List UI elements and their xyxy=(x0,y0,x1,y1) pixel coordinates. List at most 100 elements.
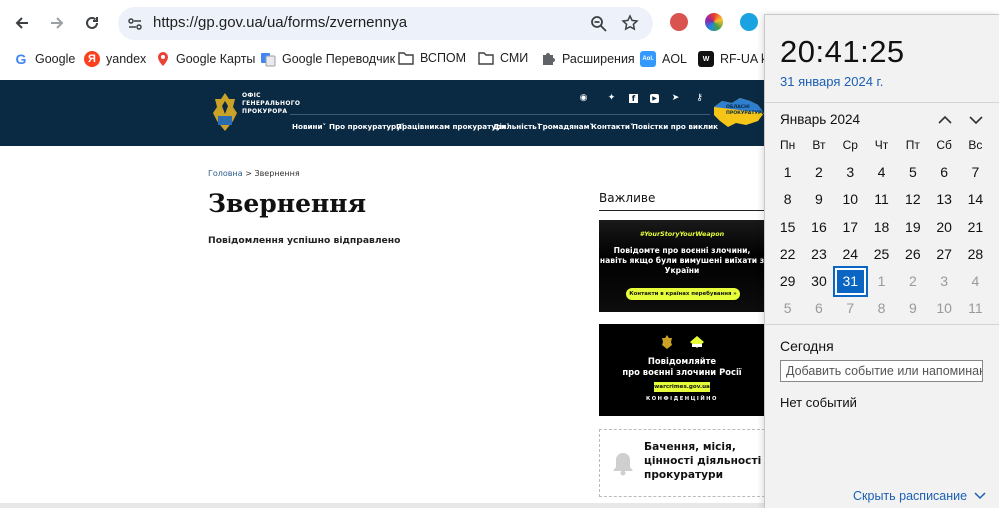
calendar-day-next-month[interactable]: 4 xyxy=(960,268,991,295)
calendar-day[interactable]: 3 xyxy=(835,159,866,186)
banner-warcrimes-gov[interactable]: Повідомляйте про воєнні злочини Росії wa… xyxy=(599,324,765,416)
extension-icon-3[interactable] xyxy=(740,13,758,31)
calendar-day-next-month[interactable]: 3 xyxy=(928,268,959,295)
calendar-day[interactable]: 5 xyxy=(897,159,928,186)
regional-prosecutors-map[interactable]: ОБЛАСНІ ПРОКУРАТУРИ xyxy=(712,93,766,133)
calendar-day-next-month[interactable]: 2 xyxy=(897,268,928,295)
calendar-day[interactable]: 2 xyxy=(803,159,834,186)
calendar-day[interactable]: 20 xyxy=(928,214,959,241)
calendar-day[interactable]: 26 xyxy=(897,241,928,268)
calendar-day[interactable]: 24 xyxy=(835,241,866,268)
calendar-day[interactable]: 1 xyxy=(772,159,803,186)
reload-button[interactable] xyxy=(78,9,106,37)
twitter-icon[interactable]: ✦ xyxy=(607,94,616,103)
nav-item-citizens[interactable]: Громадянам˅ xyxy=(538,122,593,131)
folder-icon xyxy=(478,52,494,65)
calendar-day[interactable]: 29 xyxy=(772,268,803,295)
bookmark-extensions[interactable]: Расширения xyxy=(541,51,635,66)
maps-pin-icon xyxy=(158,52,168,66)
weekday-label: Сб xyxy=(936,138,952,152)
youtube-icon[interactable]: ▶ xyxy=(650,94,659,103)
calendar-day-next-month[interactable]: 1 xyxy=(866,268,897,295)
bookmark-folder-smi[interactable]: СМИ xyxy=(478,51,528,65)
calendar-day-today[interactable]: 31 xyxy=(832,266,868,298)
calendar-day[interactable]: 9 xyxy=(803,186,834,213)
telegram-icon[interactable]: ➤ xyxy=(671,94,680,103)
facebook-icon[interactable]: f xyxy=(629,94,638,103)
address-bar[interactable]: https://gp.gov.ua/ua/forms/zvernennya xyxy=(118,7,653,40)
calendar-day[interactable]: 7 xyxy=(960,159,991,186)
breadcrumb-home-link[interactable]: Головна xyxy=(208,169,243,178)
no-events-label: Нет событий xyxy=(780,395,857,410)
calendar-day[interactable]: 27 xyxy=(928,241,959,268)
bell-icon xyxy=(613,453,633,476)
calendar-day-next-month[interactable]: 6 xyxy=(803,295,834,322)
calendar-day-next-month[interactable]: 11 xyxy=(960,295,991,322)
full-date-link[interactable]: 31 января 2024 г. xyxy=(780,74,883,89)
bookmark-google-maps[interactable]: Google Карты xyxy=(156,51,255,67)
url-text[interactable]: https://gp.gov.ua/ua/forms/zvernennya xyxy=(153,14,407,31)
bookmark-yandex[interactable]: Я yandex xyxy=(84,51,146,67)
calendar-day-next-month[interactable]: 9 xyxy=(897,295,928,322)
bookmark-aol[interactable]: Aol. AOL xyxy=(640,51,687,67)
hide-schedule-link[interactable]: Скрыть расписание xyxy=(853,489,986,503)
calendar-day-next-month[interactable]: 5 xyxy=(772,295,803,322)
flyout-divider xyxy=(765,324,999,325)
calendar-day[interactable]: 8 xyxy=(772,186,803,213)
nav-item-contacts[interactable]: Контакти˅ xyxy=(591,122,633,131)
nav-item-activity[interactable]: Діяльність˅ xyxy=(493,122,540,131)
site-settings-icon[interactable] xyxy=(127,16,143,32)
calendar-day-next-month[interactable]: 8 xyxy=(866,295,897,322)
key-icon[interactable]: ⚷ xyxy=(695,94,704,103)
calendar-day[interactable]: 30 xyxy=(803,268,834,295)
eye-icon[interactable]: ◉ xyxy=(579,94,588,103)
next-month-button[interactable] xyxy=(966,110,986,130)
bookmark-google[interactable]: G Google xyxy=(13,51,76,67)
extension-icon-2[interactable] xyxy=(705,13,723,31)
calendar-day[interactable]: 18 xyxy=(866,214,897,241)
calendar-day[interactable]: 6 xyxy=(928,159,959,186)
calendar-day[interactable]: 22 xyxy=(772,241,803,268)
forward-button[interactable] xyxy=(43,9,71,37)
bookmark-folder-vspom[interactable]: ВСПОМ xyxy=(398,51,466,65)
arrow-left-icon xyxy=(15,17,28,29)
site-logo-text[interactable]: ОФІС ГЕНЕРАЛЬНОГО ПРОКУРОРА xyxy=(242,92,300,116)
back-button[interactable] xyxy=(8,9,36,37)
nav-item-about[interactable]: Про прокуратуру˅ xyxy=(329,122,404,131)
calendar-day-next-month[interactable]: 7 xyxy=(835,295,866,322)
add-event-input[interactable]: Добавить событие или напоминан xyxy=(780,360,983,382)
mission-card[interactable]: Бачення, місія, цінності діяльності прок… xyxy=(599,429,765,497)
month-label[interactable]: Январь 2024 xyxy=(780,112,860,127)
banner-war-crimes-abroad[interactable]: #YourStoryYourWeapon Повідомте про воєнн… xyxy=(599,220,765,312)
calendar-day[interactable]: 21 xyxy=(960,214,991,241)
zoom-icon[interactable] xyxy=(590,15,607,32)
calendar-day[interactable]: 28 xyxy=(960,241,991,268)
breadcrumb: Головна > Звернення xyxy=(208,169,300,178)
page-title: Звернення xyxy=(208,189,367,218)
weekday-label: Вт xyxy=(812,138,826,152)
calendar-day[interactable]: 11 xyxy=(866,186,897,213)
calendar-day[interactable]: 4 xyxy=(866,159,897,186)
previous-month-button[interactable] xyxy=(935,110,955,130)
calendar-day-next-month[interactable]: 10 xyxy=(928,295,959,322)
calendar-day[interactable]: 17 xyxy=(835,214,866,241)
calendar-day[interactable]: 16 xyxy=(803,214,834,241)
bookmark-google-translate[interactable]: Google Переводчик xyxy=(260,51,395,67)
nav-item-news[interactable]: Новини˅ xyxy=(292,122,326,131)
extension-icon-1[interactable] xyxy=(670,13,688,31)
bookmark-star-icon[interactable] xyxy=(621,14,639,32)
prosecutor-emblem-icon[interactable] xyxy=(209,91,241,133)
contacts-abroad-button[interactable]: Контакти в країнах перебування » xyxy=(626,288,740,300)
calendar-day[interactable]: 13 xyxy=(928,186,959,213)
puzzle-icon xyxy=(543,53,555,65)
calendar-day[interactable]: 23 xyxy=(803,241,834,268)
calendar-day[interactable]: 14 xyxy=(960,186,991,213)
calendar-day[interactable]: 25 xyxy=(866,241,897,268)
calendar-day[interactable]: 12 xyxy=(897,186,928,213)
weekday-label: Пн xyxy=(780,138,796,152)
calendar-day[interactable]: 15 xyxy=(772,214,803,241)
calendar-day[interactable]: 10 xyxy=(835,186,866,213)
warcrimes-url[interactable]: warcrimes.gov.ua xyxy=(654,382,710,392)
nav-item-summons[interactable]: Повістки про виклик xyxy=(632,122,718,131)
calendar-day[interactable]: 19 xyxy=(897,214,928,241)
